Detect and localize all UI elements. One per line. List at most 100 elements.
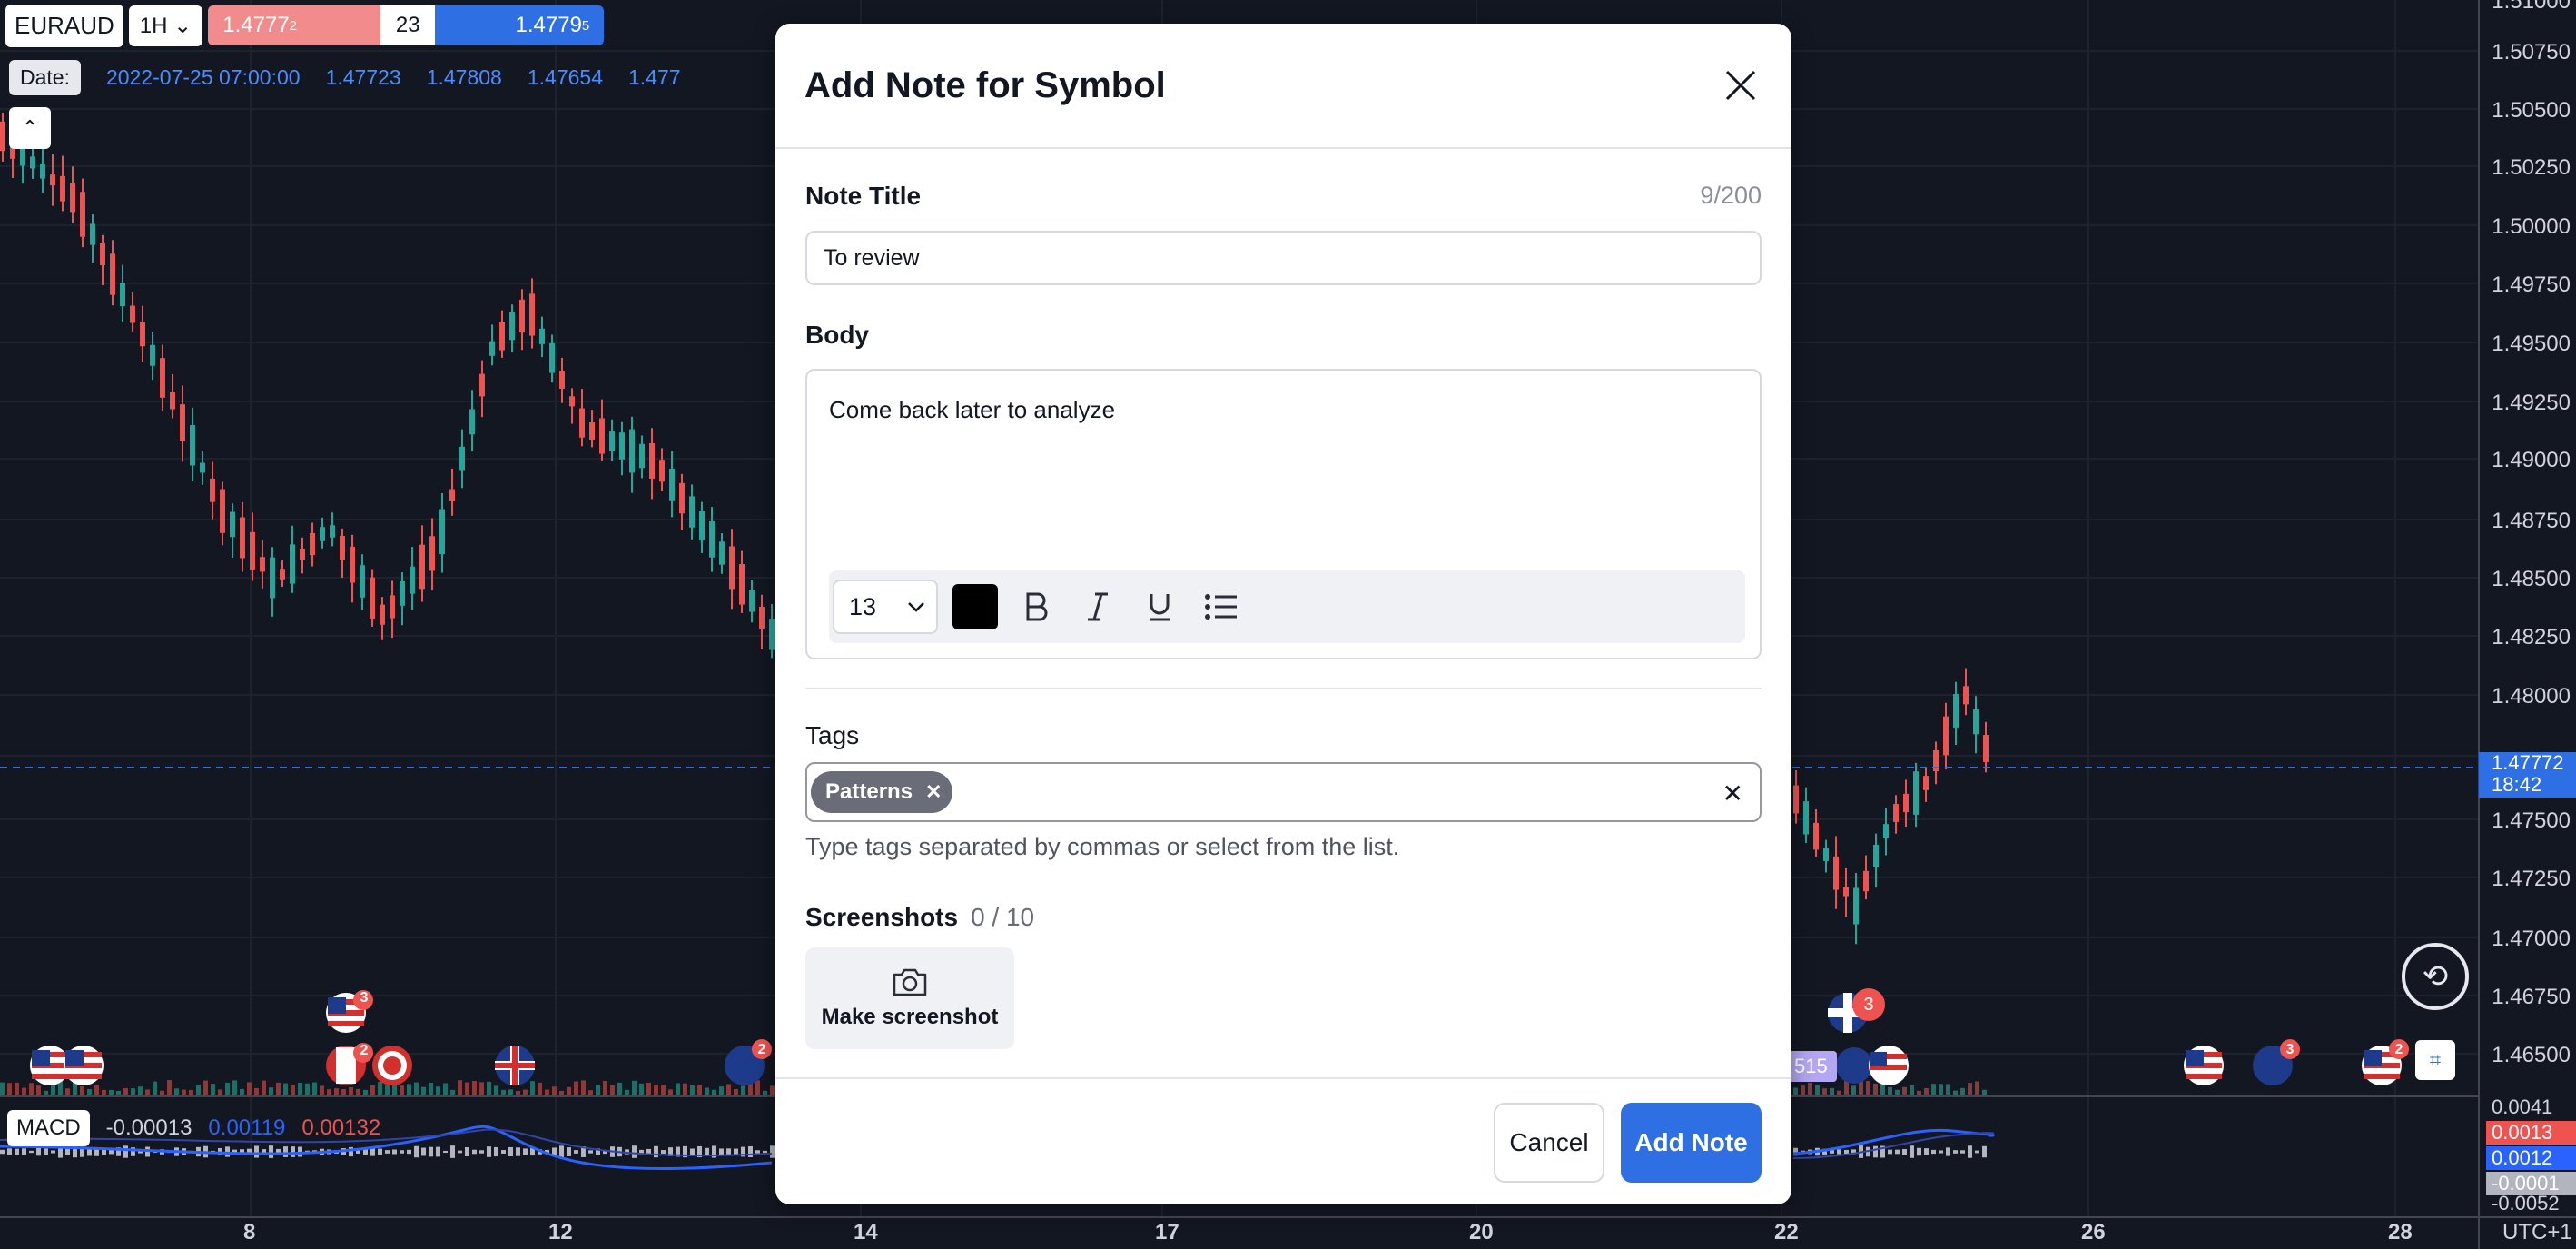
make-screenshot-button[interactable]: Make screenshot bbox=[805, 947, 1014, 1049]
dialog-title: Add Note for Symbol bbox=[804, 64, 1166, 105]
camera-icon bbox=[893, 968, 927, 996]
ohlc-open: 1.47723 bbox=[325, 65, 401, 89]
dialog-header: Add Note for Symbol bbox=[775, 24, 1791, 149]
screenshots-count: 0 / 10 bbox=[971, 903, 1035, 931]
event-badge: 2 bbox=[360, 1043, 369, 1058]
macd-axis-label: 0.0012 bbox=[2486, 1146, 2576, 1170]
font-size-select[interactable]: 13 bbox=[833, 580, 938, 634]
timeframe-selector[interactable]: 1H ⌄ bbox=[128, 5, 203, 46]
tags-input[interactable]: Patterns ✕ ✕ bbox=[805, 762, 1762, 822]
ohlc-high: 1.47808 bbox=[426, 65, 502, 89]
macd-label[interactable]: MACD bbox=[7, 1110, 90, 1146]
time-tick: 20 bbox=[1469, 1220, 1494, 1244]
close-button[interactable] bbox=[1719, 64, 1762, 107]
body-label: Body bbox=[805, 321, 869, 349]
note-title-counter: 9/200 bbox=[1700, 182, 1762, 209]
event-badge: 2 bbox=[757, 1042, 766, 1057]
ohlc-row: Date: 2022-07-25 07:00:00 1.47723 1.4780… bbox=[9, 60, 681, 95]
price-tick: 1.48500 bbox=[2492, 567, 2571, 591]
price-tick: 1.50000 bbox=[2492, 214, 2571, 239]
note-title-input[interactable]: To review bbox=[805, 231, 1762, 285]
font-size-value: 13 bbox=[849, 592, 877, 620]
time-tick: 26 bbox=[2081, 1220, 2106, 1244]
macd-axis-label: 0.0013 bbox=[2486, 1121, 2576, 1145]
au-us-flag-icon[interactable] bbox=[1834, 1043, 1916, 1088]
text-color-button[interactable] bbox=[952, 584, 998, 629]
price-tick: 1.47000 bbox=[2492, 927, 2571, 951]
price-tick: 1.46750 bbox=[2492, 985, 2571, 1009]
trade-panel: 1.4777 2 23 1.4779 5 bbox=[208, 5, 605, 45]
note-title-label: Note Title bbox=[805, 182, 922, 210]
buy-price-pip: 5 bbox=[581, 17, 590, 34]
price-tick: 1.47250 bbox=[2492, 867, 2571, 891]
price-tick: 1.47500 bbox=[2492, 808, 2571, 833]
tag-chip: Patterns ✕ bbox=[811, 771, 953, 813]
close-icon bbox=[1725, 70, 1756, 101]
current-price: 1.47772 bbox=[2492, 751, 2564, 774]
bold-icon bbox=[1026, 592, 1048, 621]
price-tick: 1.50750 bbox=[2492, 40, 2571, 64]
scroll-to-realtime-button[interactable]: ⟲ bbox=[2402, 943, 2469, 1010]
clear-tags-icon[interactable]: ✕ bbox=[1722, 778, 1743, 808]
macd-signal-value: 0.00119 bbox=[208, 1115, 286, 1140]
macd-value: -0.00013 bbox=[105, 1115, 192, 1140]
buy-price: 1.4779 bbox=[515, 13, 582, 37]
macd-axis-label: 0.0041 bbox=[2492, 1095, 2553, 1118]
macd-axis-label: -0.0052 bbox=[2492, 1192, 2560, 1214]
ohlc-date: 2022-07-25 07:00:00 bbox=[105, 65, 301, 89]
price-tick: 1.48750 bbox=[2492, 509, 2571, 533]
buy-button[interactable]: 1.4779 5 bbox=[435, 5, 605, 45]
event-badge: 3 bbox=[2285, 1042, 2295, 1057]
sell-price-pip: 2 bbox=[289, 17, 298, 34]
auto-scale-button[interactable]: ⌗ bbox=[2415, 1040, 2455, 1080]
date-label[interactable]: Date: bbox=[9, 60, 81, 95]
tag-chip-label: Patterns bbox=[825, 779, 913, 804]
price-tick: 1.51000 bbox=[2492, 0, 2571, 14]
dialog-footer: Cancel Add Note bbox=[775, 1077, 1791, 1206]
time-tick: 14 bbox=[854, 1220, 878, 1244]
auto-scale-icon: ⌗ bbox=[2429, 1048, 2442, 1071]
current-price-label: 1.47772 18:42 bbox=[2479, 752, 2576, 798]
ohlc-low: 1.47654 bbox=[527, 65, 603, 89]
event-badge: 3 bbox=[360, 990, 369, 1006]
uk-flag-icon[interactable] bbox=[492, 1043, 538, 1088]
macd-histogram-value: 0.00132 bbox=[301, 1115, 381, 1140]
bullet-list-button[interactable] bbox=[1198, 583, 1245, 630]
bar-countdown: 18:42 bbox=[2492, 773, 2542, 796]
body-text[interactable]: Come back later to analyze bbox=[829, 396, 1115, 424]
time-tick: 28 bbox=[2388, 1220, 2413, 1244]
bold-button[interactable] bbox=[1012, 583, 1060, 630]
sell-price: 1.4777 bbox=[222, 13, 290, 37]
add-note-button[interactable]: Add Note bbox=[1621, 1103, 1762, 1183]
make-screenshot-label: Make screenshot bbox=[821, 1005, 999, 1029]
collapse-button[interactable]: ⌃ bbox=[9, 107, 51, 149]
ohlc-close: 1.477 bbox=[627, 65, 681, 89]
add-note-dialog: Add Note for Symbol Note Title 9/200 To … bbox=[775, 24, 1791, 1204]
time-tick: 8 bbox=[243, 1220, 256, 1244]
price-tick: 1.50500 bbox=[2492, 98, 2571, 123]
price-tick: 1.46500 bbox=[2492, 1043, 2571, 1067]
chevron-down-icon: ⌄ bbox=[173, 13, 192, 38]
time-tick: 17 bbox=[1155, 1220, 1179, 1244]
italic-button[interactable] bbox=[1074, 583, 1121, 630]
chevron-up-icon: ⌃ bbox=[21, 116, 39, 139]
screenshots-label: Screenshots bbox=[805, 903, 959, 931]
timezone-label[interactable]: UTC+1 bbox=[2502, 1220, 2572, 1245]
italic-icon bbox=[1088, 592, 1108, 621]
body-editor[interactable]: Come back later to analyze 13 bbox=[805, 369, 1762, 659]
macd-legend: MACD -0.00013 0.00119 0.00132 bbox=[7, 1110, 380, 1146]
sell-button[interactable]: 1.4777 2 bbox=[208, 5, 381, 45]
time-tick: 22 bbox=[1774, 1220, 1799, 1244]
chevron-down-icon bbox=[908, 602, 924, 612]
price-tick: 1.49500 bbox=[2492, 332, 2571, 356]
symbol-selector[interactable]: EURAUD bbox=[5, 4, 123, 47]
us-flag-icon[interactable] bbox=[27, 1043, 109, 1088]
timeframe-label: 1H bbox=[139, 13, 168, 38]
us-flag-icon[interactable] bbox=[2181, 1043, 2226, 1088]
cancel-button[interactable]: Cancel bbox=[1494, 1103, 1604, 1183]
time-tick: 12 bbox=[548, 1220, 573, 1244]
bullet-list-icon bbox=[1205, 594, 1237, 620]
underline-button[interactable] bbox=[1136, 583, 1183, 630]
remove-tag-icon[interactable]: ✕ bbox=[925, 780, 942, 804]
event-badge: 2 bbox=[2394, 1042, 2403, 1057]
